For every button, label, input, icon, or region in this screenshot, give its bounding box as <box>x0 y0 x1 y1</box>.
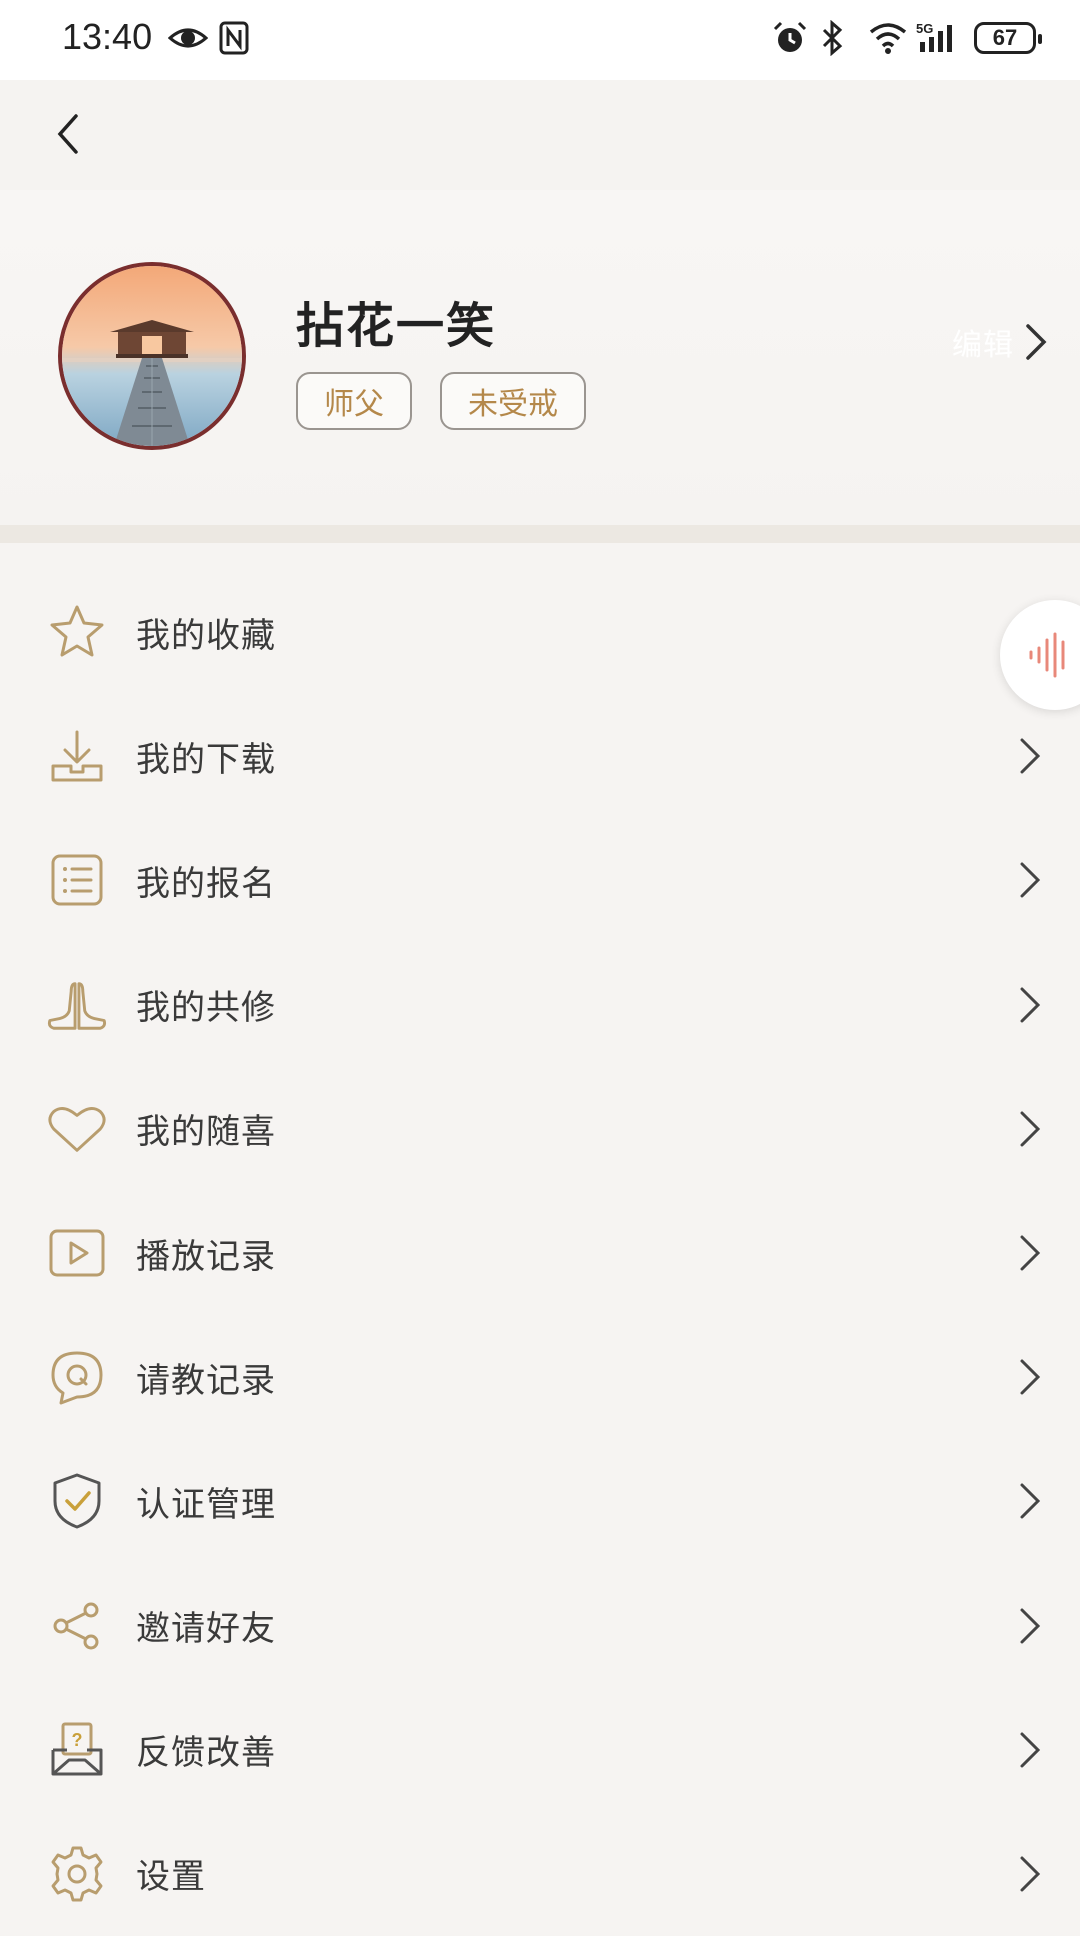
chevron-right-icon <box>1010 1726 1050 1774</box>
menu-item-label: 邀请好友 <box>136 1609 276 1650</box>
back-button[interactable] <box>36 102 100 166</box>
tag-precept-status: 未受戒 <box>440 372 586 430</box>
eye-icon <box>167 20 209 56</box>
menu-list: 我的收藏 我的下载 我的报名 我的共修 我的随喜 播放记录 请教记录 认证管理 … <box>0 570 1080 1936</box>
edit-label: 编辑 <box>952 328 1014 363</box>
praying-hands-icon <box>46 974 108 1036</box>
menu-item-downloads[interactable]: 我的下载 <box>0 694 1080 818</box>
svg-text:?: ? <box>72 1730 83 1750</box>
menu-item-registrations[interactable]: 我的报名 <box>0 818 1080 942</box>
chevron-right-icon <box>1010 856 1050 904</box>
nav-bar <box>0 80 1080 190</box>
feedback-icon: ? <box>46 1719 108 1781</box>
share-icon <box>46 1595 108 1657</box>
menu-item-group-practice[interactable]: 我的共修 <box>0 943 1080 1067</box>
chevron-right-icon <box>1010 1105 1050 1153</box>
menu-item-label: 我的下载 <box>136 739 276 780</box>
gear-icon <box>46 1843 108 1905</box>
profile-tags: 师父 未受戒 <box>296 372 586 430</box>
list-icon <box>46 849 108 911</box>
download-icon <box>46 725 108 787</box>
tag-role: 师父 <box>296 372 412 430</box>
chevron-left-icon <box>57 114 78 154</box>
question-bubble-icon <box>46 1346 108 1408</box>
chevron-right-icon <box>1026 324 1047 360</box>
menu-item-label: 反馈改善 <box>136 1733 276 1774</box>
status-time: 13:40 <box>62 16 153 57</box>
edit-profile-button[interactable]: 编辑 <box>952 320 1050 364</box>
chevron-right-icon <box>1010 732 1050 780</box>
chevron-right-icon <box>1010 1602 1050 1650</box>
menu-item-label: 我的报名 <box>136 863 276 904</box>
menu-item-label: 认证管理 <box>136 1484 276 1525</box>
menu-item-label: 我的随喜 <box>136 1112 276 1153</box>
chevron-right-icon <box>1010 981 1050 1029</box>
menu-item-label: 请教记录 <box>136 1360 276 1401</box>
username: 拈花一笑 <box>296 298 497 354</box>
svg-text:5G: 5G <box>916 21 933 36</box>
menu-item-label: 播放记录 <box>136 1236 276 1277</box>
sound-wave-icon <box>1029 632 1065 678</box>
bluetooth-icon <box>820 19 856 57</box>
wifi-icon <box>868 20 907 56</box>
section-divider <box>0 525 1080 543</box>
chevron-right-icon <box>1010 1353 1050 1401</box>
menu-item-inquiry-history[interactable]: 请教记录 <box>0 1315 1080 1439</box>
chevron-right-icon <box>1010 1477 1050 1525</box>
menu-item-label: 我的收藏 <box>136 615 276 656</box>
nfc-icon <box>218 20 254 56</box>
menu-item-label: 设置 <box>136 1857 206 1898</box>
avatar[interactable] <box>58 262 246 450</box>
heart-icon <box>46 1098 108 1160</box>
menu-item-invite-friends[interactable]: 邀请好友 <box>0 1564 1080 1688</box>
shield-check-icon <box>46 1470 108 1532</box>
signal-5g-icon: 5G <box>916 20 962 56</box>
status-bar: 13:40 5G 67 <box>0 0 1080 80</box>
play-icon <box>46 1222 108 1284</box>
menu-item-settings[interactable]: 设置 <box>0 1812 1080 1936</box>
menu-item-verification[interactable]: 认证管理 <box>0 1439 1080 1563</box>
pier-sunset-photo <box>62 266 242 446</box>
star-icon <box>46 601 108 663</box>
menu-item-rejoice[interactable]: 我的随喜 <box>0 1067 1080 1191</box>
chevron-right-icon <box>1010 1850 1050 1898</box>
chevron-right-icon <box>1010 1229 1050 1277</box>
menu-item-feedback[interactable]: ? 反馈改善 <box>0 1688 1080 1812</box>
menu-item-favorites[interactable]: 我的收藏 <box>0 570 1080 694</box>
battery-indicator: 67 <box>974 22 1042 54</box>
menu-item-label: 我的共修 <box>136 988 276 1029</box>
profile-header[interactable]: 拈花一笑 师父 未受戒 编辑 <box>0 190 1080 525</box>
alarm-icon <box>772 20 808 56</box>
menu-item-play-history[interactable]: 播放记录 <box>0 1191 1080 1315</box>
